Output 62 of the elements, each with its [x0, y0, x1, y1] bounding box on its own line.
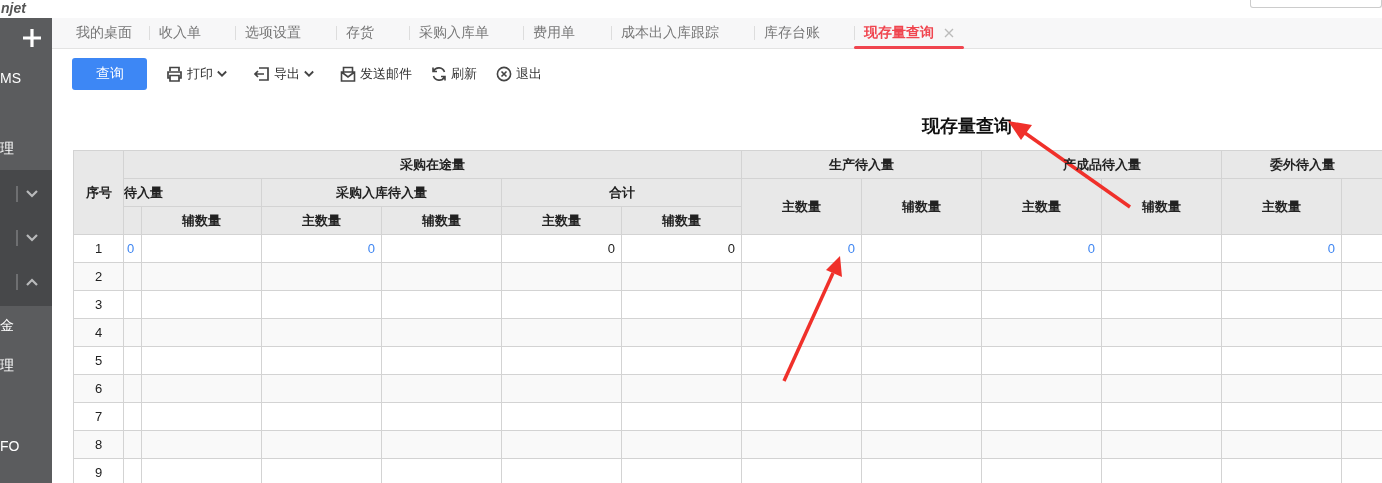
- column-header: 序号: [85, 184, 112, 200]
- column-header: 辅数量: [182, 212, 221, 228]
- tab[interactable]: 采购入库单: [409, 18, 523, 48]
- row-number: 2: [73, 262, 124, 291]
- tab[interactable]: 成本出入库跟踪: [611, 18, 754, 48]
- row-number: 1: [73, 234, 124, 263]
- row-number: 9: [73, 458, 124, 483]
- menu-item[interactable]: 金: [0, 317, 14, 335]
- column-header: 主数量: [782, 198, 821, 214]
- print-button[interactable]: 打印: [166, 65, 227, 83]
- add-icon[interactable]: [22, 28, 42, 48]
- report-title: 现存量查询: [922, 115, 1013, 137]
- close-circle-icon: [496, 66, 512, 82]
- row-number: 6: [73, 374, 124, 403]
- tab[interactable]: 库存台账: [754, 18, 854, 48]
- quantity-link[interactable]: 0: [367, 241, 375, 256]
- refresh-button[interactable]: 刷新: [431, 65, 477, 83]
- logo-text: njet: [1, 0, 26, 16]
- row-number: 3: [73, 290, 124, 319]
- column-header: 委外待入量: [1269, 156, 1335, 172]
- column-header: 生产待入量: [829, 156, 894, 172]
- printer-icon: [166, 66, 183, 82]
- table-cell: 0: [621, 234, 742, 263]
- column-header: 合计: [608, 184, 635, 200]
- column-header: 主数量: [302, 212, 341, 228]
- quantity-link[interactable]: 0: [1087, 241, 1095, 256]
- refresh-icon: [431, 66, 447, 82]
- quantity-link[interactable]: 0: [1327, 241, 1335, 256]
- mail-button[interactable]: 发送邮件: [340, 65, 412, 83]
- column-header: 待入量: [124, 184, 163, 200]
- menu-item[interactable]: 理: [0, 140, 14, 158]
- close-icon[interactable]: [944, 28, 954, 38]
- row-number: 5: [73, 346, 124, 375]
- column-header: 主数量: [542, 212, 581, 228]
- quantity-link[interactable]: 0: [847, 241, 855, 256]
- menu-item[interactable]: MS: [0, 70, 21, 86]
- column-header: 采购在途量: [400, 156, 465, 172]
- envelope-icon: [340, 66, 356, 82]
- input-field[interactable]: [1250, 0, 1382, 8]
- column-header: 主数量: [1022, 198, 1061, 214]
- row-number: 4: [73, 318, 124, 347]
- export-icon: [253, 66, 270, 82]
- tab[interactable]: 选项设置: [235, 18, 336, 48]
- tab[interactable]: 现存量查询: [854, 18, 964, 48]
- column-header: 辅数量: [662, 212, 701, 228]
- exit-button[interactable]: 退出: [496, 65, 542, 83]
- column-header: 采购入库待入量: [336, 184, 427, 200]
- tab[interactable]: 存货: [336, 18, 409, 48]
- tab[interactable]: 费用单: [523, 18, 611, 48]
- column-header: 辅数量: [902, 198, 941, 214]
- menu-item[interactable]: FO: [0, 438, 20, 454]
- row-number: 7: [73, 402, 124, 431]
- menu-item[interactable]: 理: [0, 357, 14, 375]
- column-header: 辅数量: [422, 212, 461, 228]
- column-header: 主数量: [1262, 198, 1301, 214]
- tab[interactable]: 收入单: [149, 18, 235, 48]
- row-number: 8: [73, 430, 124, 459]
- column-header: 辅数量: [1142, 198, 1181, 214]
- tab[interactable]: 我的桌面: [66, 18, 149, 48]
- table-cell: 0: [501, 234, 622, 263]
- export-button[interactable]: 导出: [253, 65, 314, 83]
- query-button[interactable]: 查询: [72, 58, 147, 90]
